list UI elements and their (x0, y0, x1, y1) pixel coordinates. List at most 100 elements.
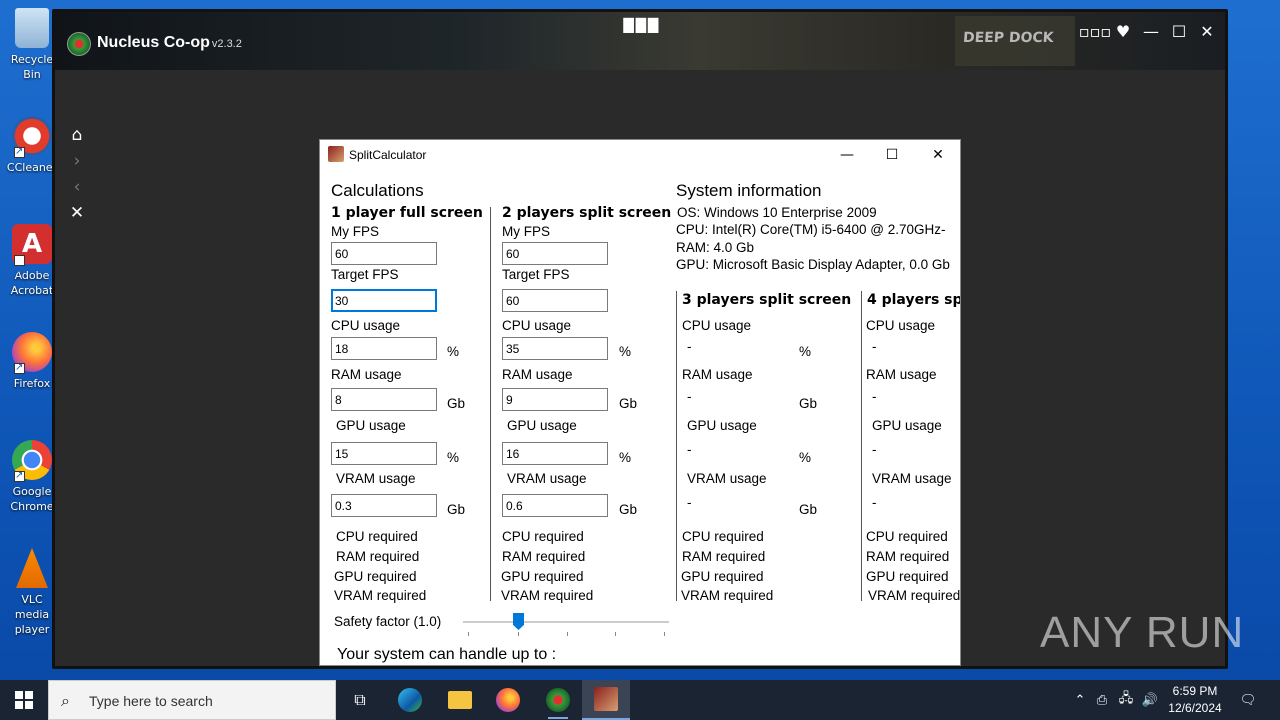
col2-ram-input[interactable]: 9 (502, 388, 608, 411)
app-icon (328, 146, 344, 162)
sysinfo-os: OS: Windows 10 Enterprise 2009 (677, 205, 877, 220)
back-icon[interactable]: ‹ (65, 174, 89, 200)
taskbar-search-box[interactable]: ⌕ Type here to search (48, 680, 336, 720)
close-icon[interactable]: ✕ (927, 144, 949, 166)
col1-gpu-required: GPU required (334, 569, 417, 584)
nucleus-window-controls: ▫▫▫ ♥ — ☐ ✕ (1079, 20, 1217, 42)
col1-cpu-unit: % (447, 344, 460, 359)
system-info-heading: System information (676, 181, 822, 200)
close-icon[interactable]: ✕ (65, 200, 89, 226)
col2-target-fps-label: Target FPS (502, 267, 570, 282)
column-divider (490, 207, 491, 601)
nucleus-logo-icon (67, 32, 91, 56)
col2-vram-label: VRAM usage (507, 471, 587, 486)
col3-cpu-unit: % (799, 344, 812, 359)
taskbar-edge[interactable] (386, 680, 434, 720)
slider-tick (664, 632, 665, 636)
col4-gpu-value: - (872, 442, 877, 457)
col4-cpu-required: CPU required (866, 529, 948, 544)
maximize-icon[interactable]: ☐ (881, 144, 903, 166)
meet-now-icon[interactable]: ⎙ (1090, 693, 1114, 708)
col2-my-fps-label: My FPS (502, 224, 551, 239)
nucleus-side-nav: ⌂ › ‹ ✕ (65, 122, 89, 226)
system-tray: ⌃ ⎙ 🖧 🔊 (1070, 680, 1162, 720)
col2-ram-unit: Gb (619, 396, 638, 411)
col4-ram-value: - (872, 389, 877, 404)
slider-tick (567, 632, 568, 636)
forward-icon[interactable]: › (65, 148, 89, 174)
col2-gpu-required: GPU required (501, 569, 584, 584)
maximize-icon[interactable]: ☐ (1169, 20, 1189, 42)
col2-vram-required: VRAM required (501, 588, 594, 603)
col1-ram-unit: Gb (447, 396, 466, 411)
col1-cpu-required: CPU required (336, 529, 418, 544)
col4-title: 4 players split (867, 292, 961, 308)
col1-gpu-input[interactable]: 15 (331, 442, 437, 465)
col3-cpu-required: CPU required (682, 529, 764, 544)
col3-ram-required: RAM required (682, 549, 766, 564)
col4-ram-label: RAM usage (866, 367, 937, 382)
folder-icon (448, 691, 472, 709)
minimize-icon[interactable]: — (836, 144, 858, 166)
col2-cpu-input[interactable]: 35 (502, 337, 608, 360)
safety-factor-slider-track[interactable] (463, 621, 669, 623)
clock-date: 12/6/2024 (1168, 701, 1222, 715)
safety-factor-label: Safety factor (1.0) (334, 614, 442, 629)
network-icon[interactable]: 🖧 (1114, 689, 1138, 711)
home-icon[interactable]: ⌂ (65, 122, 89, 148)
col2-gpu-input[interactable]: 16 (502, 442, 608, 465)
close-icon[interactable]: ✕ (1197, 20, 1217, 42)
col1-title: 1 player full screen (331, 205, 483, 221)
col1-vram-required: VRAM required (334, 588, 427, 603)
col2-title: 2 players split screen (502, 205, 672, 221)
splitcalculator-window: SplitCalculator — ☐ ✕ Calculations 1 pla… (319, 139, 961, 666)
col2-target-fps-input[interactable]: 60 (502, 289, 608, 312)
menu-hamburger-icon[interactable]: ▬▬▬ ▬▬▬ ▬▬▬ (622, 13, 660, 37)
col3-gpu-value: - (687, 442, 692, 457)
col4-gpu-label: GPU usage (872, 418, 942, 433)
donate-icon[interactable]: ♥ (1113, 20, 1133, 42)
window-title: SplitCalculator (349, 148, 427, 162)
col3-ram-label: RAM usage (682, 367, 753, 382)
slider-tick (518, 632, 519, 636)
splitcalculator-icon (594, 687, 618, 711)
col1-cpu-input[interactable]: 18 (331, 337, 437, 360)
col1-vram-input[interactable]: 0.3 (331, 494, 437, 517)
chevron-up-icon[interactable]: ⌃ (1070, 693, 1090, 708)
minimize-icon[interactable]: — (1141, 20, 1161, 42)
nucleus-icon (546, 688, 570, 712)
col2-cpu-required: CPU required (502, 529, 584, 544)
taskbar-splitcalculator[interactable] (582, 680, 630, 720)
calculations-heading: Calculations (331, 181, 424, 200)
taskbar-clock[interactable]: 6:59 PM 12/6/2024 (1160, 683, 1230, 717)
search-icon: ⌕ (61, 691, 70, 710)
taskbar-file-explorer[interactable] (436, 680, 484, 720)
col2-my-fps-input[interactable]: 60 (502, 242, 608, 265)
notifications-icon[interactable]: 🗨 (1236, 680, 1260, 720)
col1-ram-label: RAM usage (331, 367, 402, 382)
firefox-icon (496, 688, 520, 712)
col4-vram-label: VRAM usage (872, 471, 952, 486)
col1-target-fps-label: Target FPS (331, 267, 399, 282)
taskbar-nucleus[interactable] (534, 680, 582, 720)
col1-target-fps-input[interactable]: 30 (331, 289, 437, 312)
col1-my-fps-input[interactable]: 60 (331, 242, 437, 265)
window-layout-icon[interactable]: ▫▫▫ (1079, 20, 1112, 42)
recycle-bin-icon (15, 8, 49, 48)
col2-cpu-unit: % (619, 344, 632, 359)
chrome-icon (12, 440, 52, 483)
windows-logo-icon (15, 691, 33, 709)
col3-vram-label: VRAM usage (687, 471, 767, 486)
col3-vram-required: VRAM required (681, 588, 774, 603)
task-view-button[interactable]: ⧉ (336, 680, 384, 720)
acrobat-icon: A (12, 224, 52, 292)
col2-vram-input[interactable]: 0.6 (502, 494, 608, 517)
safety-factor-slider-thumb[interactable] (513, 613, 524, 630)
taskbar-firefox[interactable] (484, 680, 532, 720)
slider-tick (468, 632, 469, 636)
start-button[interactable] (0, 680, 48, 720)
firefox-icon (12, 332, 52, 375)
volume-icon[interactable]: 🔊 (1138, 693, 1162, 708)
col1-ram-input[interactable]: 8 (331, 388, 437, 411)
col1-my-fps-label: My FPS (331, 224, 380, 239)
